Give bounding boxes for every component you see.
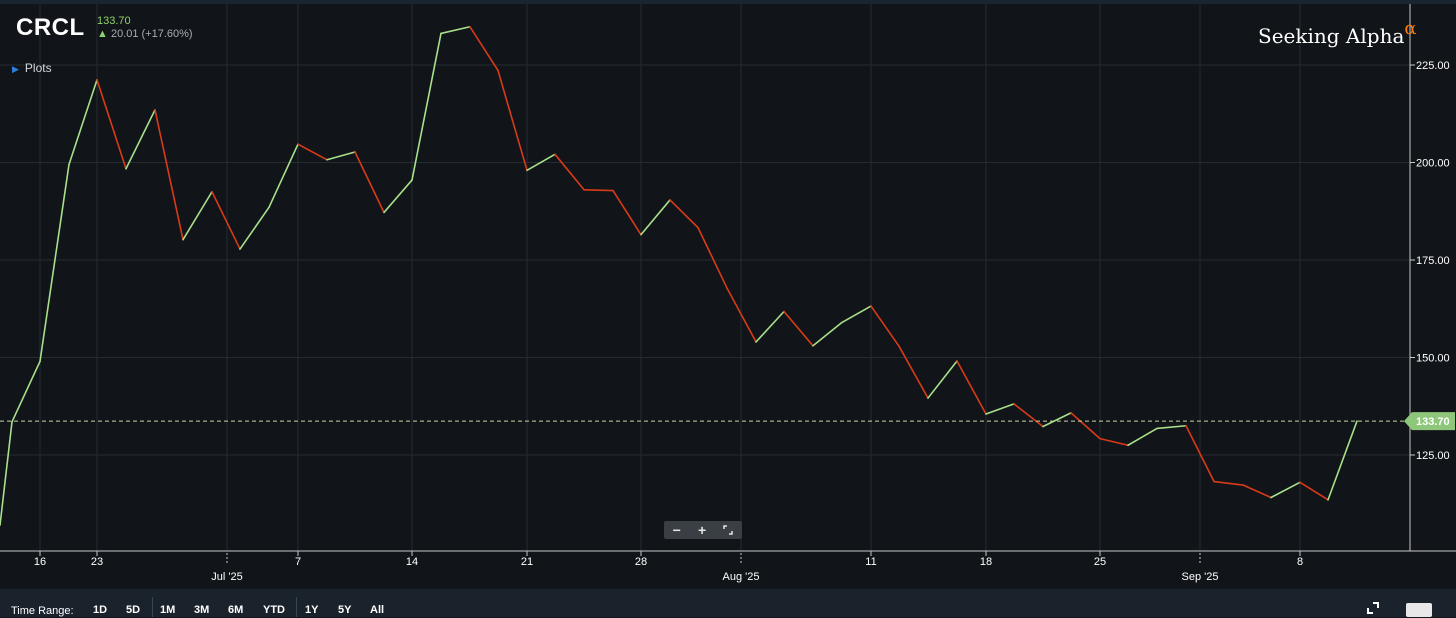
range-button-5d[interactable]: 5D	[126, 604, 140, 616]
ticker-symbol: CRCL	[16, 14, 85, 41]
chart-axes: 125.00 150.00 175.00 200.00 225.00 16 23 Jul '2…	[0, 4, 1456, 583]
price-segment	[554, 153, 585, 191]
x-tick-label: 18	[980, 556, 992, 568]
x-tick-label: 28	[635, 556, 647, 568]
y-tick-label: 175.00	[1416, 255, 1450, 267]
range-button-1y[interactable]: 1Y	[305, 604, 318, 616]
divider	[152, 597, 153, 617]
price-segment	[211, 190, 241, 250]
range-button-ytd[interactable]: YTD	[263, 604, 285, 616]
seeking-alpha-logo: Seeking Alphaα	[1258, 18, 1417, 48]
price-segment	[612, 189, 642, 236]
x-tick-label: 7	[295, 556, 301, 568]
price-segment	[125, 109, 156, 170]
price-segment	[11, 360, 41, 423]
price-segment	[1042, 412, 1072, 428]
price-segment	[326, 151, 356, 161]
x-tick-label: 8	[1297, 556, 1303, 568]
price-segment	[755, 310, 785, 343]
caret-right-icon: ▶	[12, 64, 19, 74]
price-segment	[841, 305, 872, 324]
range-button-all[interactable]: All	[370, 604, 384, 616]
price-segment	[1099, 437, 1129, 447]
x-tick-label: 23	[91, 556, 103, 568]
price-segment	[1127, 427, 1158, 447]
quote-change-value: 20.01 (+17.60%)	[110, 28, 193, 40]
price-segment	[268, 143, 299, 209]
chart-grid	[0, 4, 1410, 551]
arrow-up-icon: ▲	[97, 28, 108, 40]
price-segment	[469, 25, 499, 72]
price-segment	[1156, 424, 1187, 430]
x-tick-label: 25	[1094, 556, 1106, 568]
price-segment	[927, 360, 958, 399]
price-segment	[640, 199, 671, 236]
x-tick-label: 16	[34, 556, 46, 568]
price-segment	[0, 421, 13, 527]
y-tick-label: 225.00	[1416, 60, 1450, 72]
x-tick-label: 21	[521, 556, 533, 568]
price-segment	[411, 32, 442, 181]
price-segment	[669, 199, 699, 229]
quote-price: 133.70	[97, 15, 131, 27]
y-tick-label: 200.00	[1416, 158, 1450, 170]
zoom-in-button[interactable]: +	[698, 522, 706, 538]
price-segment	[1013, 403, 1044, 428]
price-segment	[68, 79, 98, 166]
price-segment	[182, 190, 213, 241]
brand-name: Seeking Alpha	[1258, 24, 1405, 48]
price-segment	[1327, 420, 1358, 501]
x-tick-label: 14	[406, 556, 418, 568]
price-segment	[812, 321, 843, 347]
price-segment	[1070, 412, 1101, 440]
y-tick-label: 150.00	[1416, 353, 1450, 365]
price-series	[0, 25, 1358, 527]
price-segment	[583, 189, 614, 192]
price-segment	[497, 69, 528, 172]
keyboard-icon[interactable]	[1406, 603, 1432, 617]
fullscreen-icon[interactable]	[1366, 601, 1380, 618]
price-segment	[1213, 480, 1244, 486]
last-price-label: 133.70	[1416, 416, 1450, 428]
zoom-out-button[interactable]: −	[673, 522, 681, 538]
price-segment	[1242, 484, 1272, 499]
range-button-1d[interactable]: 1D	[93, 604, 107, 616]
expand-arrows-icon[interactable]	[723, 522, 734, 538]
x-tick-label: Aug '25	[723, 571, 760, 583]
price-segment	[297, 143, 328, 161]
x-tick-label: Jul '25	[211, 571, 242, 583]
divider	[296, 597, 297, 617]
price-segment	[383, 179, 413, 214]
time-range-label: Time Range:	[11, 605, 74, 617]
price-segment	[354, 151, 385, 214]
plots-label: Plots	[24, 61, 52, 75]
time-range-bar: Time Range: 1D 5D 1M 3M 6M YTD 1Y 5Y All	[0, 589, 1456, 617]
y-tick-label: 125.00	[1416, 450, 1450, 462]
x-tick-label: 11	[865, 556, 876, 568]
plots-toggle[interactable]: ▶ Plots	[12, 61, 52, 75]
quote-change: ▲ 20.01 (+17.60%)	[97, 28, 193, 40]
price-segment	[440, 25, 471, 35]
price-segment	[985, 403, 1015, 415]
brand-alpha: α	[1404, 18, 1417, 39]
price-segment	[783, 310, 814, 347]
range-button-5y[interactable]: 5Y	[338, 604, 351, 616]
range-button-6m[interactable]: 6M	[228, 604, 243, 616]
zoom-controls: − +	[664, 521, 742, 539]
price-segment	[1299, 481, 1329, 501]
price-segment	[956, 360, 987, 415]
price-chart: 125.00 150.00 175.00 200.00 225.00 16 23 Jul '2…	[0, 4, 1456, 583]
price-segment	[1270, 481, 1301, 499]
price-segment	[898, 345, 929, 399]
x-tick-label: Sep '25	[1182, 571, 1219, 583]
price-segment	[239, 206, 270, 250]
price-segment	[870, 305, 900, 347]
price-segment	[697, 226, 728, 289]
price-segment	[39, 163, 70, 363]
price-segment	[154, 109, 184, 241]
range-button-1m[interactable]: 1M	[160, 604, 175, 616]
price-segment	[96, 79, 127, 170]
range-button-3m[interactable]: 3M	[194, 604, 209, 616]
